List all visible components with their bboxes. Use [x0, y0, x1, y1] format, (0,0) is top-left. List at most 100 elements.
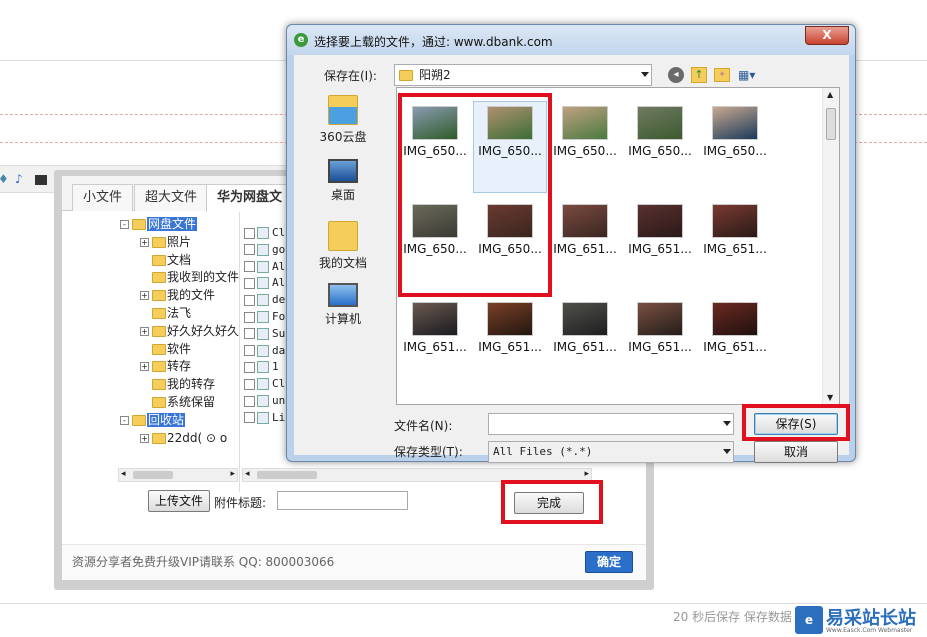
view-menu-icon[interactable]: ▦▾	[738, 67, 764, 83]
file-checkbox[interactable]	[244, 244, 255, 256]
file-thumbnail[interactable]: IMG_651...	[549, 298, 621, 388]
file-row[interactable]: de	[244, 293, 285, 309]
filetype-select[interactable]: All Files (*.*)	[488, 441, 734, 463]
tree-node[interactable]: 软件	[140, 340, 191, 358]
tree-node[interactable]: 我收到的文件	[140, 268, 239, 286]
file-thumbnail[interactable]: IMG_651...	[624, 298, 696, 388]
file-checkbox[interactable]	[244, 328, 255, 340]
file-row[interactable]: Cl	[244, 377, 285, 393]
file-checkbox[interactable]	[244, 378, 255, 390]
photo-thumbnail-icon	[637, 302, 683, 336]
file-thumbnail[interactable]: IMG_651...	[699, 200, 771, 290]
file-thumbnail[interactable]: IMG_650...	[549, 102, 621, 192]
back-icon[interactable]: ◂	[668, 67, 684, 83]
expand-icon[interactable]: +	[140, 362, 149, 372]
file-type-icon	[257, 411, 269, 424]
tab-small-file[interactable]: 小文件	[72, 184, 134, 211]
file-name: Cl	[272, 377, 286, 391]
save-in-select[interactable]: 阳朔2	[394, 64, 652, 86]
tree-node[interactable]: 文档	[140, 251, 191, 269]
file-name: Su	[272, 326, 286, 340]
file-thumbnail[interactable]: IMG_650...	[624, 102, 696, 192]
tree-node[interactable]: + 转存	[140, 357, 191, 375]
tab-huawei-disk[interactable]: 华为网盘文	[206, 184, 294, 212]
file-checkbox[interactable]	[244, 294, 255, 306]
place-documents-folder[interactable]: 我的文档	[300, 221, 386, 271]
file-thumbnail[interactable]: IMG_650...	[699, 102, 771, 192]
pin-icon[interactable]: ♦	[0, 173, 11, 186]
file-row[interactable]: Al	[244, 276, 285, 292]
collapse-icon[interactable]: -	[120, 220, 129, 229]
file-row[interactable]: go	[244, 243, 285, 259]
place-computer[interactable]: 计算机	[300, 283, 386, 327]
expand-icon[interactable]: +	[140, 326, 149, 336]
file-checkbox[interactable]	[244, 361, 255, 373]
scroll-thumb[interactable]	[257, 471, 317, 479]
file-row[interactable]: Al	[244, 260, 285, 276]
tree-node[interactable]: +22dd( ⊙ o	[140, 429, 227, 447]
vip-contact-text: 资源分享者免费升级VIP请联系 QQ: 800003066	[72, 555, 335, 569]
file-checkbox[interactable]	[244, 277, 255, 289]
tree-node[interactable]: + 好久好久好久	[140, 322, 239, 340]
file-label: IMG_650...	[628, 144, 692, 158]
music-icon[interactable]: ♪	[15, 173, 28, 186]
upload-file-button[interactable]: 上传文件	[148, 490, 210, 512]
tree-node[interactable]: 系统保留	[140, 393, 215, 411]
file-checkbox[interactable]	[244, 412, 255, 424]
expand-icon[interactable]: +	[140, 291, 149, 301]
file-checkbox[interactable]	[244, 345, 255, 357]
file-label: IMG_651...	[553, 242, 617, 256]
place-desktop[interactable]: 桌面	[300, 159, 386, 203]
cancel-button[interactable]: 取消	[754, 441, 838, 463]
file-row[interactable]: Fo	[244, 310, 285, 326]
file-checkbox[interactable]	[244, 395, 255, 407]
file-row[interactable]: Cl	[244, 226, 285, 242]
file-row[interactable]: Su	[244, 327, 285, 343]
up-folder-icon[interactable]: ↑	[691, 67, 707, 83]
scroll-up-icon[interactable]: ▲	[827, 90, 833, 99]
file-checkbox[interactable]	[244, 261, 255, 273]
tab-large-file[interactable]: 超大文件	[134, 184, 209, 211]
file-checkbox[interactable]	[244, 311, 255, 323]
file-thumbnail[interactable]: IMG_651...	[474, 298, 546, 388]
place-cloud-folder[interactable]: 360云盘	[300, 95, 386, 145]
expand-icon[interactable]: +	[140, 433, 149, 443]
tree-node[interactable]: - 回收站	[120, 411, 186, 429]
scroll-thumb[interactable]	[826, 108, 836, 140]
tree-node[interactable]: - 网盘文件	[120, 215, 198, 233]
tree-hscrollbar[interactable]: ◂ ▸	[118, 468, 238, 482]
grid-vscrollbar[interactable]: ▲ ▼	[822, 88, 839, 404]
tree-node[interactable]: + 照片	[140, 233, 191, 251]
file-checkbox[interactable]	[244, 227, 255, 239]
scroll-right-icon[interactable]: ▸	[584, 469, 589, 479]
expand-icon[interactable]: +	[140, 237, 149, 247]
file-thumbnail[interactable]: IMG_651...	[399, 298, 471, 388]
filetype-value: All Files (*.*)	[493, 445, 593, 458]
file-type-icon	[257, 243, 269, 256]
new-folder-icon[interactable]: ✦	[714, 68, 730, 82]
scroll-right-icon[interactable]: ▸	[230, 469, 235, 479]
scroll-thumb[interactable]	[133, 471, 173, 479]
file-thumbnail[interactable]: IMG_651...	[699, 298, 771, 388]
collapse-icon[interactable]: -	[120, 415, 129, 425]
confirm-button[interactable]: 确定	[585, 551, 633, 573]
file-row[interactable]: Li	[244, 411, 285, 427]
filename-input[interactable]	[488, 413, 734, 435]
tree-node-label: 好久好久好久	[167, 323, 240, 338]
tree-node[interactable]: + 我的文件	[140, 286, 215, 304]
file-row[interactable]: da	[244, 344, 285, 360]
file-row[interactable]: 1 (	[244, 360, 292, 376]
scroll-left-icon[interactable]: ◂	[245, 469, 250, 479]
file-thumbnail[interactable]: IMG_651...	[549, 200, 621, 290]
tree-node[interactable]: 法飞	[140, 304, 191, 322]
file-thumbnail[interactable]: IMG_651...	[624, 200, 696, 290]
file-row[interactable]: un	[244, 394, 285, 410]
video-icon[interactable]	[35, 175, 47, 185]
attach-title-input[interactable]	[277, 491, 408, 510]
dialog-titlebar[interactable]: e 选择要上载的文件，通过: www.dbank.com X	[287, 25, 855, 55]
scroll-down-icon[interactable]: ▼	[827, 393, 833, 402]
scroll-left-icon[interactable]: ◂	[121, 469, 126, 479]
place-label: 360云盘	[319, 130, 367, 144]
close-button[interactable]: X	[805, 26, 849, 45]
tree-node[interactable]: 我的转存	[140, 375, 215, 393]
